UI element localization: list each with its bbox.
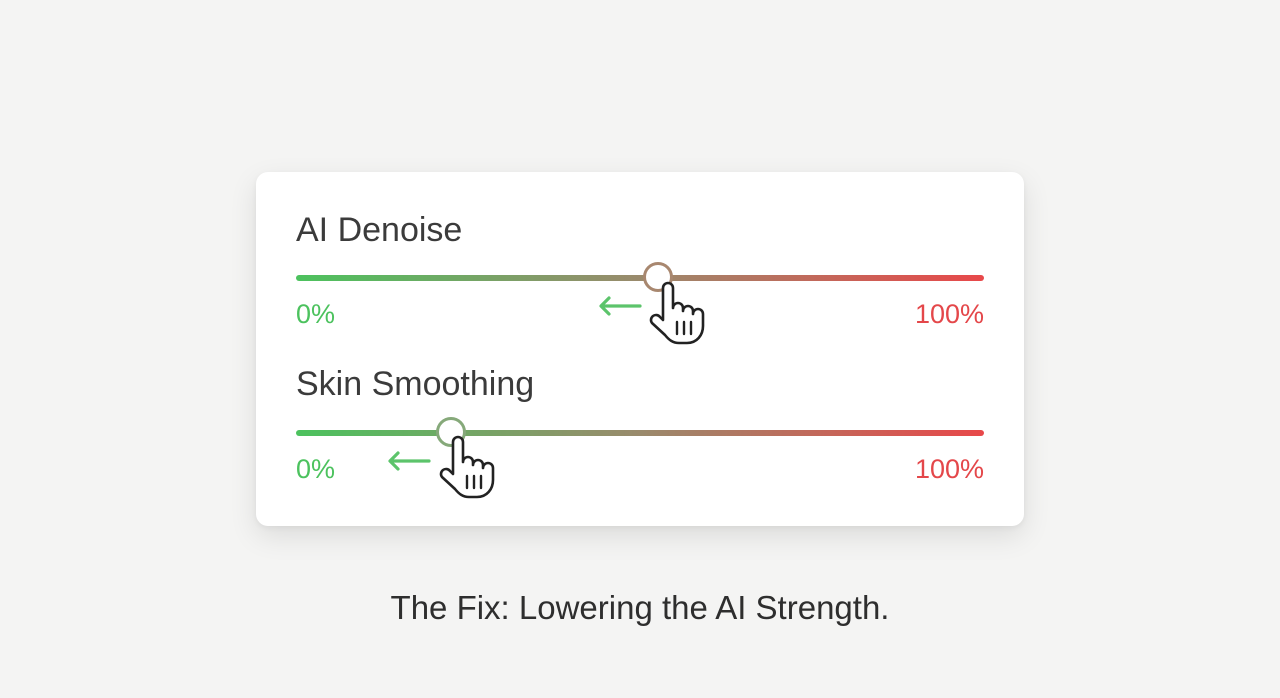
skin-smoothing-track[interactable]	[296, 430, 984, 436]
hand-pointer-icon	[649, 281, 705, 345]
ai-denoise-label: AI Denoise	[296, 211, 463, 249]
left-arrow-icon	[388, 451, 431, 471]
skin-smoothing-label: Skin Smoothing	[296, 365, 535, 403]
hand-pointer-icon	[439, 435, 495, 499]
left-arrow-icon	[599, 296, 642, 316]
skin-smoothing-slider-group: Skin Smoothing 0% 100%	[296, 364, 984, 499]
skin-smoothing-max-label: 100%	[914, 454, 984, 484]
settings-card: AI Denoise 0% 100% Skin Smoothing 0% 100…	[256, 172, 1024, 526]
skin-smoothing-min-label: 0%	[296, 454, 336, 484]
ai-denoise-min-label: 0%	[296, 299, 336, 329]
ai-denoise-max-label: 100%	[914, 299, 984, 329]
ai-denoise-track[interactable]	[296, 275, 984, 281]
ai-denoise-slider-group: AI Denoise 0% 100%	[296, 210, 984, 345]
caption: The Fix: Lowering the AI Strength.	[390, 589, 890, 626]
